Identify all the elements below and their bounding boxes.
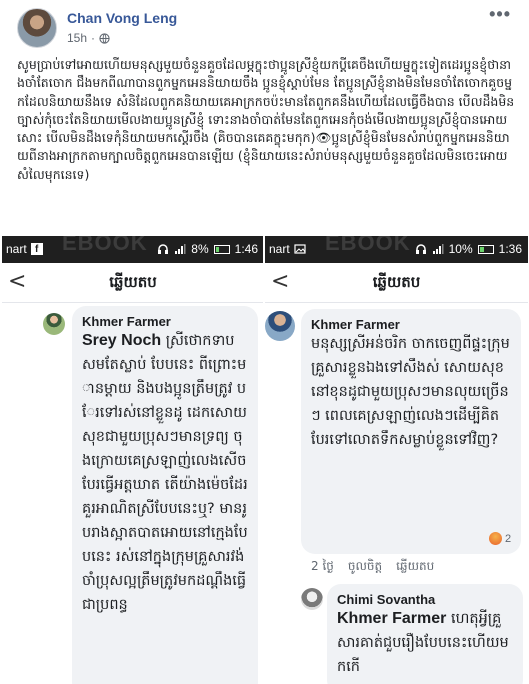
- status-bar: EBOOK nart f 8% 1:46: [2, 236, 264, 263]
- comment-age: 2 ថ្ងៃ: [311, 559, 334, 573]
- left-screenshot: EBOOK nart f 8% 1:46 < ឆ្លើយតប Khmer Far…: [2, 236, 264, 684]
- headphones-icon: [415, 244, 426, 254]
- right-screenshot: EBOOK nart 10% 1:36 < ឆ្លើយតប Khmer Farm…: [265, 236, 528, 684]
- comment-text: Srey Noch ស្រីថោកទាប សមតែស្លាប់ បែបនេះ ព…: [82, 329, 248, 617]
- post-header: Chan Vong Leng 15h · •••: [0, 0, 529, 52]
- like-button[interactable]: ចូលចិត្ត: [348, 558, 382, 576]
- comment-author[interactable]: Khmer Farmer: [311, 317, 511, 332]
- battery-percent: 8%: [191, 242, 209, 256]
- battery-icon: [477, 244, 494, 254]
- comment-author[interactable]: Khmer Farmer: [82, 314, 248, 329]
- comment-actions: 2 ថ្ងៃ ចូលចិត្ត ឆ្លើយតប: [311, 558, 434, 576]
- reply-author[interactable]: Chimi Sovantha: [337, 592, 513, 607]
- comment-bubble: Khmer Farmer Srey Noch ស្រីថោកទាប សមតែស្…: [72, 306, 258, 684]
- post-time[interactable]: 15h: [67, 31, 87, 45]
- more-options-icon[interactable]: •••: [489, 4, 511, 25]
- reply-header: < ឆ្លើយតប: [265, 263, 528, 303]
- comment-bubble: Khmer Farmer មនុស្សស្រីអន់ចរិក ចាកចេញពីផ…: [301, 309, 521, 554]
- reply-button[interactable]: ឆ្លើយតប: [396, 558, 434, 576]
- reply-title: ឆ្លើយតប: [109, 273, 157, 291]
- reply-text: Khmer Farmer ហេតុអ្វីគ្រួសារគាត់ជួបរឿងបែ…: [337, 607, 513, 679]
- facebook-icon: f: [30, 243, 43, 255]
- globe-icon: [99, 32, 110, 44]
- commenter-avatar[interactable]: [265, 311, 295, 341]
- signal-icon: [432, 244, 444, 254]
- post-meta: 15h ·: [67, 31, 110, 45]
- battery-icon: [213, 244, 230, 254]
- author-name[interactable]: Chan Vong Leng: [67, 10, 177, 26]
- reply-header: < ឆ្លើយតប: [2, 263, 264, 303]
- comment-body: ស្រីថោកទាប សមតែស្លាប់ បែបនេះ ពីព្រោះមានម…: [82, 333, 248, 613]
- status-time: 1:36: [498, 242, 522, 256]
- tagged-user[interactable]: Khmer Farmer: [337, 610, 446, 627]
- reply-bubble: Chimi Sovantha Khmer Farmer ហេតុអ្វីគ្រួ…: [327, 584, 523, 684]
- headphones-icon: [158, 244, 169, 254]
- battery-percent: 10%: [448, 242, 473, 256]
- author-avatar[interactable]: [17, 8, 57, 48]
- replier-avatar[interactable]: [301, 588, 323, 610]
- status-app-label: nart: [6, 242, 27, 256]
- watermark: EBOOK: [325, 236, 411, 255]
- status-bar: EBOOK nart 10% 1:36: [265, 236, 528, 263]
- image-icon: [294, 244, 306, 254]
- reply-title: ឆ្លើយតប: [372, 273, 421, 291]
- signal-icon: [175, 244, 186, 254]
- reaction-count: 2: [505, 532, 512, 545]
- watermark: EBOOK: [62, 236, 148, 255]
- post-text: សូមប្រាប់ទៅអោយហើយមនុស្សមួយចំនួនគួចដែលម្ភ…: [17, 57, 515, 182]
- reaction-badge[interactable]: 2: [489, 532, 511, 545]
- comment-body: មនុស្សស្រីអន់ចរិក ចាកចេញពីផ្ទះក្រុមគ្រួស…: [311, 336, 510, 448]
- angry-reaction-icon: [489, 532, 502, 545]
- tagged-user[interactable]: Srey Noch: [82, 332, 161, 349]
- status-time: 1:46: [234, 242, 258, 256]
- status-app-label: nart: [269, 242, 290, 256]
- commenter-avatar[interactable]: [43, 313, 65, 335]
